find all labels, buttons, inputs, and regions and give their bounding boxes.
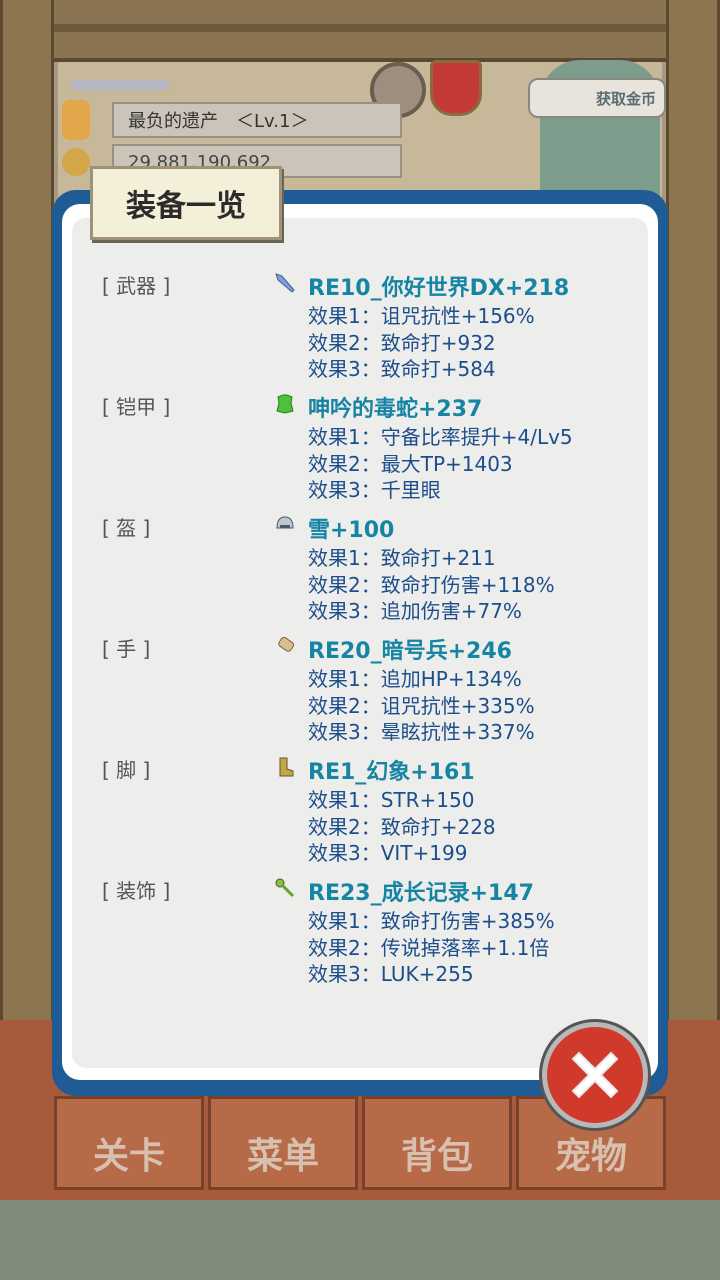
equipment-effect: 效果3：晕眩抗性+337% [308, 720, 535, 744]
get-gold-label: 获取金币 [595, 89, 656, 108]
dialog-title-text: 装备一览 [126, 189, 246, 224]
equipment-name[interactable]: 呻吟的毒蛇+237 [308, 391, 482, 423]
equipment-effect: 效果2：致命打伤害+118% [308, 572, 555, 597]
helmet-icon [274, 514, 294, 534]
equipment-effect: 效果2：传说掉落率+1.1倍 [308, 935, 550, 960]
equipment-name[interactable]: 雪+100 [308, 512, 394, 544]
tab-stage-label: 关卡 [92, 1136, 165, 1177]
equipment-slot-label: [ 脚 ] [102, 758, 151, 782]
equipment-slot-label: [ 盔 ] [102, 516, 151, 540]
equipment-name[interactable]: RE10_你好世界DX+218 [308, 270, 569, 302]
bottom-floor [0, 1200, 720, 1280]
wall-sword-icon [70, 80, 170, 90]
equipment-effect: 效果1：守备比率提升+4/Lv5 [308, 425, 573, 449]
background-beam [0, 0, 720, 62]
tab-stage[interactable]: 关卡 [54, 1096, 204, 1190]
equipment-effect: 效果2：致命打+932 [308, 330, 496, 355]
equipment-slot-label: [ 装饰 ] [102, 879, 171, 903]
tab-pet-label: 宠物 [554, 1136, 627, 1177]
equipment-effect: 效果2：最大TP+1403 [308, 451, 513, 476]
equipment-effect: 效果3：LUK+255 [308, 962, 474, 986]
equipment-name[interactable]: RE23_成长记录+147 [308, 875, 534, 907]
tab-menu-label: 菜单 [246, 1136, 319, 1177]
accessory-icon [274, 877, 295, 898]
close-icon [571, 1051, 619, 1099]
armor-icon [274, 393, 294, 414]
tab-bag-label: 背包 [400, 1136, 473, 1177]
equipment-slot-label: [ 铠甲 ] [102, 395, 171, 419]
tab-menu[interactable]: 菜单 [208, 1096, 358, 1190]
equipment-effect: 效果3：千里眼 [308, 478, 441, 502]
get-gold-button[interactable]: 获取金币 [528, 78, 666, 118]
equipment-name[interactable]: RE20_暗号兵+246 [308, 633, 512, 665]
hero-title-bar: 最负的遗产 ＜Lv.1＞ [112, 102, 402, 138]
equipment-effect: 效果3：追加伤害+77% [308, 599, 522, 623]
equipment-effect: 效果1：诅咒抗性+156% [308, 304, 535, 328]
equipment-name[interactable]: RE1_幻象+161 [308, 754, 475, 786]
equipment-slot-label: [ 武器 ] [102, 274, 171, 298]
hero-avatar-icon [62, 100, 90, 140]
dialog-title: 装备一览 [90, 166, 282, 240]
equipment-effect: 效果2：致命打+228 [308, 814, 496, 839]
glove-icon [274, 635, 295, 655]
equipment-effect: 效果1：追加HP+134% [308, 667, 522, 691]
equipment-effect: 效果1：致命打伤害+385% [308, 909, 555, 933]
equipment-effect: 效果1：致命打+211 [308, 546, 496, 570]
tab-bag[interactable]: 背包 [362, 1096, 512, 1190]
boot-icon [274, 756, 294, 777]
equipment-effect: 效果2：诅咒抗性+335% [308, 693, 535, 718]
close-button[interactable] [542, 1022, 648, 1128]
hero-title-text: 最负的遗产 ＜Lv.1＞ [128, 111, 309, 132]
coin-icon [62, 148, 90, 176]
equipment-slot-label: [ 手 ] [102, 637, 151, 661]
equipment-effect: 效果3：VIT+199 [308, 841, 468, 865]
sword-icon [274, 272, 295, 293]
wall-shield-icon [430, 60, 482, 116]
equipment-effect: 效果3：致命打+584 [308, 357, 496, 381]
equipment-effect: 效果1：STR+150 [308, 788, 475, 812]
